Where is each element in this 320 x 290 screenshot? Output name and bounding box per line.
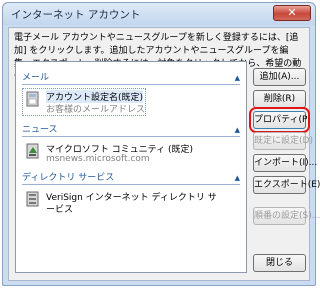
group-label-mail: メール	[22, 73, 50, 83]
accounts-list[interactable]: メール ▲ アカウント設定名(既定) お客様のメールアドレス ニュース ▲ マイ…	[15, 61, 247, 273]
news-server: msnews.microsoft.com	[46, 154, 150, 164]
import-button[interactable]: インポート(I)...	[253, 154, 317, 172]
collapse-icon[interactable]: ▲	[235, 172, 240, 184]
window-close-button[interactable]: ✕	[273, 5, 311, 21]
group-label-directory: ディレクトリ サービス	[22, 173, 115, 183]
set-default-button[interactable]: 既定に設定(D)	[253, 132, 313, 150]
remove-button[interactable]: 削除(R)	[253, 90, 306, 108]
mail-account-address: お客様のメールアドレス	[46, 105, 146, 115]
group-header-mail[interactable]: メール ▲	[22, 72, 240, 85]
dialog-body: 電子メール アカウントやニュースグループを新しく登録するには、[追加] をクリッ…	[8, 27, 320, 281]
add-button[interactable]: 追加(A)...	[253, 68, 306, 86]
properties-button[interactable]: プロパティ(P)	[249, 107, 311, 133]
collapse-icon[interactable]: ▲	[235, 124, 240, 136]
title-bar[interactable]: インターネット アカウント ✕	[3, 3, 315, 25]
close-icon: ✕	[287, 6, 297, 19]
group-header-directory[interactable]: ディレクトリ サービス ▲	[22, 172, 240, 185]
window-title: インターネット アカウント	[11, 9, 141, 21]
group-label-news: ニュース	[22, 125, 58, 135]
group-header-news[interactable]: ニュース ▲	[22, 124, 240, 137]
collapse-icon[interactable]: ▲	[235, 72, 240, 84]
news-account-icon	[26, 143, 39, 159]
export-button[interactable]: エクスポート(E)...	[253, 176, 320, 194]
directory-service-name-line2: ービス	[46, 205, 74, 215]
internet-accounts-dialog: インターネット アカウント ✕ 電子メール アカウントやニュースグループを新しく…	[2, 2, 320, 286]
mail-account-icon	[26, 91, 39, 107]
close-button[interactable]: 閉じる	[253, 254, 306, 272]
set-order-button[interactable]: 順番の設定(S)...	[253, 207, 320, 225]
directory-service-icon	[26, 191, 39, 207]
